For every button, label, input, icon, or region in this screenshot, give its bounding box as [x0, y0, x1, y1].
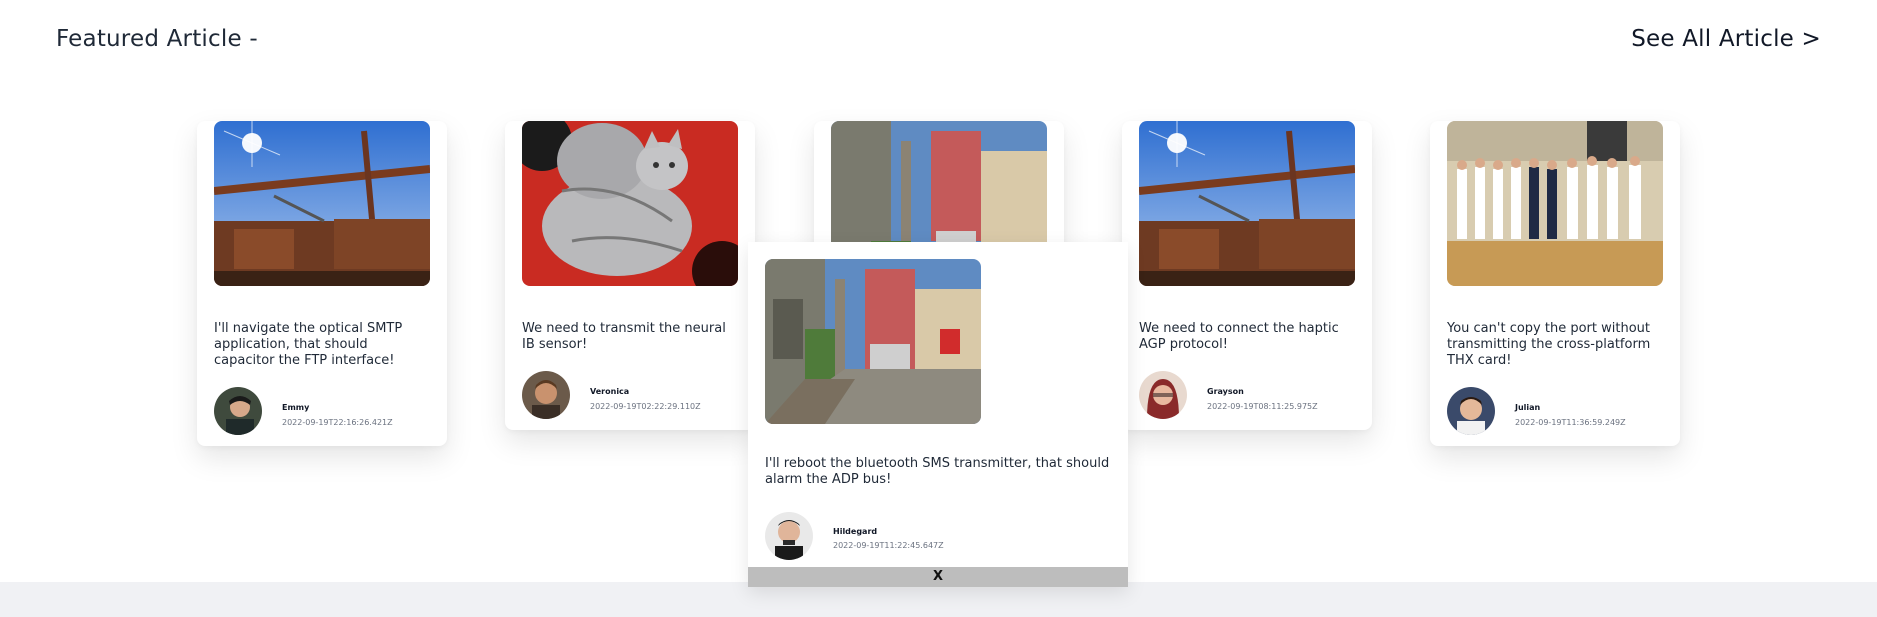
see-all-articles-link[interactable]: See All Article >: [1631, 26, 1821, 52]
article-title: You can't copy the port without transmit…: [1447, 321, 1651, 368]
author-avatar: [522, 371, 570, 419]
article-date: 2022-09-19T02:22:29.110Z: [590, 402, 701, 411]
author-name: Veronica: [590, 387, 630, 396]
article-card[interactable]: We need to connect the haptic AGP protoc…: [1122, 121, 1372, 430]
close-button[interactable]: X: [748, 567, 1128, 587]
article-card[interactable]: We need to transmit the neural IB sensor…: [505, 121, 755, 430]
author-name: Hildegard: [833, 527, 878, 536]
article-date: 2022-09-19T22:16:26.421Z: [282, 418, 393, 427]
author-avatar: [1447, 387, 1495, 435]
article-image: [1447, 121, 1663, 286]
author-avatar: [214, 387, 262, 435]
article-image: [765, 259, 981, 424]
article-title: We need to connect the haptic AGP protoc…: [1139, 321, 1339, 352]
article-image: [522, 121, 738, 286]
author-avatar: [765, 512, 813, 560]
article-image: [214, 121, 430, 286]
article-image: [831, 121, 1047, 242]
author-name: Julian: [1515, 403, 1541, 412]
section-title: Featured Article -: [56, 26, 258, 52]
author-name: Grayson: [1207, 387, 1244, 396]
author-avatar: [1139, 371, 1187, 419]
article-title: I'll navigate the optical SMTP applicati…: [214, 321, 403, 368]
article-title: We need to transmit the neural IB sensor…: [522, 321, 726, 352]
article-date: 2022-09-19T08:11:25.975Z: [1207, 402, 1318, 411]
author-name: Emmy: [282, 403, 310, 412]
article-popup[interactable]: I'll reboot the bluetooth SMS transmitte…: [748, 242, 1128, 587]
article-image: [1139, 121, 1355, 286]
article-date: 2022-09-19T11:36:59.249Z: [1515, 418, 1626, 427]
article-card[interactable]: You can't copy the port without transmit…: [1430, 121, 1680, 446]
article-date: 2022-09-19T11:22:45.647Z: [833, 541, 944, 550]
article-card[interactable]: I'll navigate the optical SMTP applicati…: [197, 121, 447, 446]
footer-band: [0, 582, 1877, 617]
article-title: I'll reboot the bluetooth SMS transmitte…: [765, 456, 1110, 487]
